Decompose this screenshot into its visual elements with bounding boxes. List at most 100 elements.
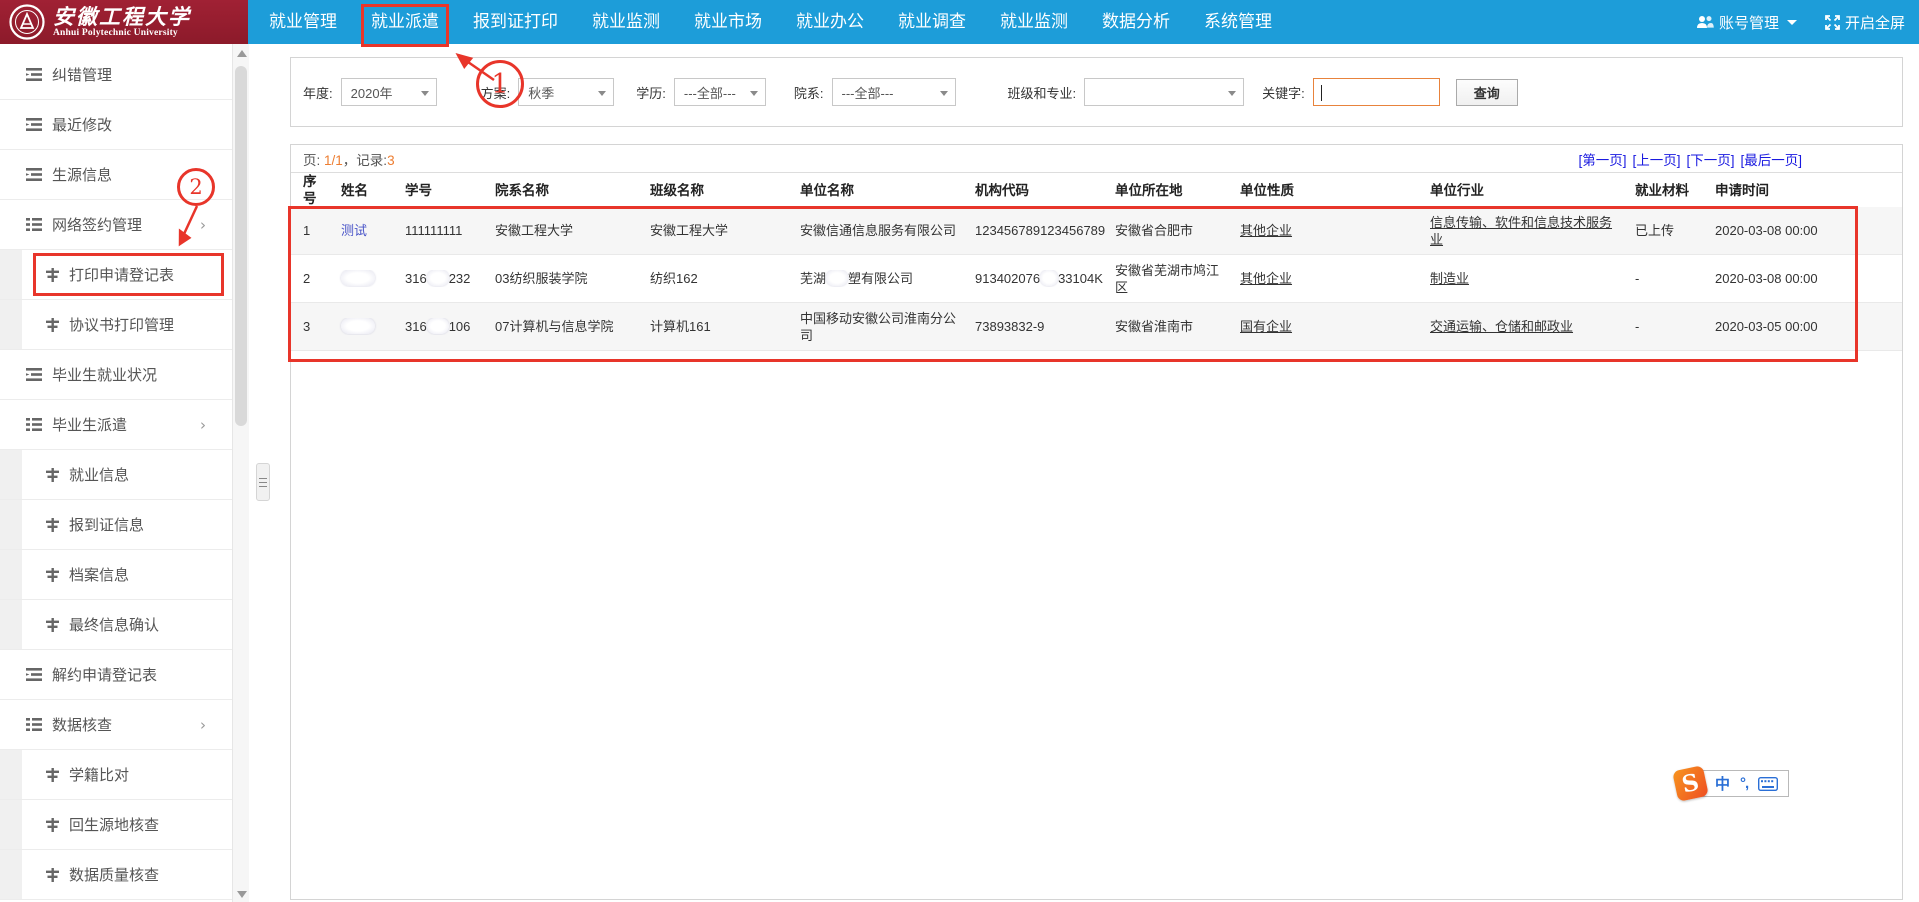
table-cell[interactable]: 其他企业 bbox=[1234, 222, 1424, 239]
chevron-down-icon bbox=[1228, 91, 1236, 96]
top-nav: 就业管理就业派遣报到证打印就业监测就业市场就业办公就业调查就业监测数据分析系统管… bbox=[252, 0, 1289, 44]
nav-item-4[interactable]: 就业市场 bbox=[677, 0, 779, 44]
column-header-6: 机构代码 bbox=[969, 182, 1109, 199]
sidebar-item-11[interactable]: 最终信息确认 bbox=[0, 600, 232, 650]
table-cell: 03纺织服装学院 bbox=[489, 270, 644, 287]
sidebar-item-1[interactable]: 最近修改 bbox=[0, 100, 232, 150]
class-major-label: 班级和专业: bbox=[1008, 83, 1077, 102]
sogou-logo-icon[interactable]: S bbox=[1672, 765, 1709, 802]
table-cell[interactable]: 交通运输、仓储和邮政业 bbox=[1424, 318, 1629, 335]
sidebar-item-label: 数据核查 bbox=[52, 714, 112, 735]
sidebar-item-3[interactable]: 网络签约管理› bbox=[0, 200, 232, 250]
nav-item-0[interactable]: 就业管理 bbox=[252, 0, 354, 44]
table-header-row: 序号姓名学号院系名称班级名称单位名称机构代码单位所在地单位性质单位行业就业材料申… bbox=[291, 173, 1902, 207]
search-button[interactable]: 查询 bbox=[1456, 79, 1518, 106]
account-menu[interactable]: 账号管理 bbox=[1696, 12, 1797, 33]
text-cursor bbox=[1321, 85, 1322, 101]
nav-item-9[interactable]: 系统管理 bbox=[1187, 0, 1289, 44]
submenu-icon bbox=[46, 618, 59, 632]
submenu-icon bbox=[46, 768, 59, 782]
table-cell: 316106 bbox=[399, 318, 489, 335]
pagination-bar: 页: 1/1，记录:3 [第一页][上一页][下一页][最后一页] bbox=[291, 145, 1902, 173]
department-select[interactable]: ---全部--- bbox=[832, 78, 956, 106]
sidebar-item-label: 生源信息 bbox=[52, 164, 112, 185]
university-brand: 安徽工程大学 Anhui Polytechnic University bbox=[0, 0, 248, 44]
submenu-icon bbox=[46, 818, 59, 832]
sidebar-item-6[interactable]: 毕业生就业状况 bbox=[0, 350, 232, 400]
student-name-link[interactable] bbox=[335, 270, 399, 287]
sidebar-item-5[interactable]: 协议书打印管理 bbox=[0, 300, 232, 350]
fullscreen-button[interactable]: 开启全屏 bbox=[1825, 12, 1905, 33]
sidebar-collapse-handle[interactable] bbox=[256, 463, 270, 501]
sidebar-item-12[interactable]: 解约申请登记表 bbox=[0, 650, 232, 700]
sidebar-item-label: 数据质量核查 bbox=[69, 864, 159, 885]
table-row: 1测试111111111安徽工程大学安徽工程大学安徽信通信息服务有限公司1234… bbox=[291, 207, 1902, 255]
chevron-down-icon bbox=[1787, 20, 1797, 25]
redacted-text bbox=[341, 270, 375, 286]
year-select[interactable]: 2020年 bbox=[341, 78, 437, 106]
table-row: 231623203纺织服装学院纺织162芜湖塑有限公司9134020763310… bbox=[291, 255, 1902, 303]
nav-item-1[interactable]: 就业派遣 bbox=[354, 0, 456, 44]
scrollbar-thumb[interactable] bbox=[235, 66, 247, 426]
sidebar-item-4[interactable]: 打印申请登记表 bbox=[0, 250, 232, 300]
nav-item-5[interactable]: 就业办公 bbox=[779, 0, 881, 44]
annotation-step1-circle: 1 bbox=[476, 60, 524, 108]
results-panel: 页: 1/1，记录:3 [第一页][上一页][下一页][最后一页] 序号姓名学号… bbox=[290, 144, 1903, 900]
sidebar-item-14[interactable]: 学籍比对 bbox=[0, 750, 232, 800]
student-name-link[interactable] bbox=[335, 318, 399, 335]
ime-keyboard-icon[interactable] bbox=[1758, 777, 1778, 791]
sidebar-item-label: 解约申请登记表 bbox=[52, 664, 157, 685]
table-row: 331610607计算机与信息学院计算机161中国移动安徽公司淮南分公司7389… bbox=[291, 303, 1902, 351]
sidebar-item-0[interactable]: 纠错管理 bbox=[0, 50, 232, 100]
nav-item-8[interactable]: 数据分析 bbox=[1085, 0, 1187, 44]
sidebar-item-7[interactable]: 毕业生派遣› bbox=[0, 400, 232, 450]
plan-select[interactable]: 秋季 bbox=[518, 78, 614, 106]
sidebar-item-15[interactable]: 回生源地核查 bbox=[0, 800, 232, 850]
chevron-down-icon bbox=[750, 91, 758, 96]
nav-item-3[interactable]: 就业监测 bbox=[575, 0, 677, 44]
sidebar-item-9[interactable]: 报到证信息 bbox=[0, 500, 232, 550]
table-body: 1测试111111111安徽工程大学安徽工程大学安徽信通信息服务有限公司1234… bbox=[291, 207, 1902, 351]
keyword-input[interactable] bbox=[1313, 78, 1440, 106]
table-cell[interactable]: 国有企业 bbox=[1234, 318, 1424, 335]
submenu-icon bbox=[46, 318, 59, 332]
ime-chinese-mode-button[interactable]: 中 bbox=[1715, 773, 1730, 794]
pagination-links: [第一页] [上一页] [下一页] [最后一页] bbox=[1578, 149, 1802, 169]
class-major-select[interactable] bbox=[1084, 78, 1244, 106]
sidebar-item-10[interactable]: 档案信息 bbox=[0, 550, 232, 600]
sidebar-item-label: 学籍比对 bbox=[69, 764, 129, 785]
submenu-icon bbox=[46, 468, 59, 482]
chevron-right-icon: › bbox=[200, 416, 206, 434]
submenu-icon bbox=[46, 518, 59, 532]
pagination-link-last[interactable]: [最后一页] bbox=[1740, 149, 1802, 169]
menu-icon bbox=[26, 118, 42, 131]
sidebar-scrollbar[interactable] bbox=[232, 44, 249, 902]
table-cell: 安徽信通信息服务有限公司 bbox=[794, 222, 969, 239]
nav-item-6[interactable]: 就业调查 bbox=[881, 0, 983, 44]
sidebar-item-13[interactable]: 数据核查› bbox=[0, 700, 232, 750]
degree-select[interactable]: ---全部--- bbox=[674, 78, 766, 106]
table-cell: - bbox=[1629, 318, 1709, 335]
sidebar-item-label: 打印申请登记表 bbox=[69, 264, 174, 285]
table-cell[interactable]: 信息传输、软件和信息技术服务业 bbox=[1424, 214, 1629, 248]
nav-item-2[interactable]: 报到证打印 bbox=[456, 0, 575, 44]
ime-punctuation-button[interactable]: °, bbox=[1740, 775, 1748, 792]
account-menu-label: 账号管理 bbox=[1719, 12, 1779, 33]
users-icon bbox=[1696, 15, 1714, 29]
table-cell[interactable]: 其他企业 bbox=[1234, 270, 1424, 287]
sidebar-item-16[interactable]: 数据质量核查 bbox=[0, 850, 232, 900]
pagination-link-first[interactable]: [第一页] bbox=[1578, 149, 1626, 169]
scroll-down-icon[interactable] bbox=[237, 891, 247, 898]
nav-item-7[interactable]: 就业监测 bbox=[983, 0, 1085, 44]
pagination-link-prev[interactable]: [上一页] bbox=[1632, 149, 1680, 169]
sidebar-item-label: 就业信息 bbox=[69, 464, 129, 485]
table-cell[interactable]: 制造业 bbox=[1424, 270, 1629, 287]
pagination-link-next[interactable]: [下一页] bbox=[1686, 149, 1734, 169]
scroll-up-icon[interactable] bbox=[237, 50, 247, 57]
student-name-link[interactable]: 测试 bbox=[335, 222, 399, 239]
table-cell: 纺织162 bbox=[644, 270, 794, 287]
redacted-text bbox=[341, 318, 375, 334]
fullscreen-icon bbox=[1825, 15, 1840, 30]
sidebar-item-8[interactable]: 就业信息 bbox=[0, 450, 232, 500]
table-cell: 316232 bbox=[399, 270, 489, 287]
